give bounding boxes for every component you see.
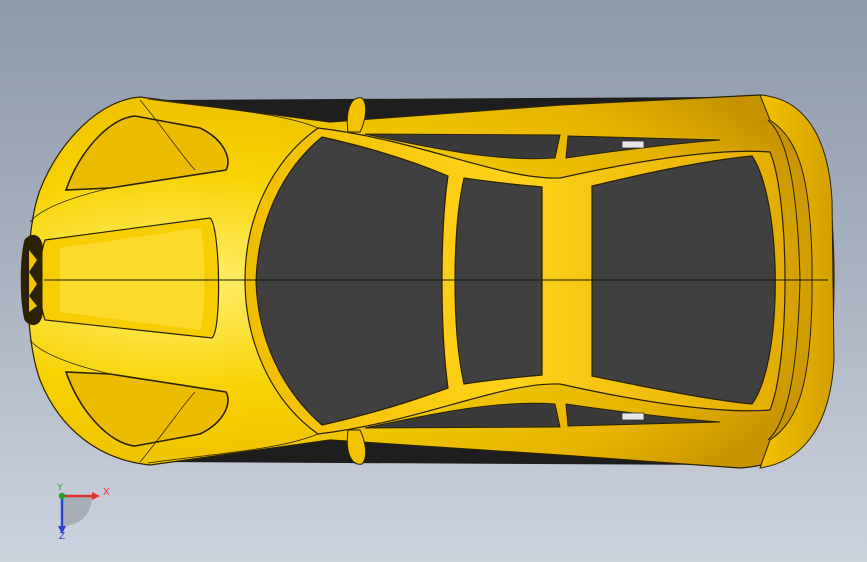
triad-x-label: X bbox=[103, 487, 110, 498]
triad-y-label: Y bbox=[57, 482, 64, 492]
door-handle-top bbox=[621, 140, 645, 149]
triad-x-arrow bbox=[92, 492, 100, 500]
roof-glass-front bbox=[454, 177, 543, 385]
car-model[interactable] bbox=[0, 0, 867, 562]
triad-z-label: Z bbox=[59, 531, 66, 542]
cad-viewport[interactable]: X Y Z bbox=[0, 0, 867, 562]
triad-y-axis bbox=[58, 492, 66, 500]
triad-shading bbox=[62, 496, 92, 526]
windshield-glass bbox=[255, 136, 449, 426]
door-handle-bottom bbox=[621, 412, 645, 421]
orientation-triad: X Y Z bbox=[48, 482, 118, 547]
